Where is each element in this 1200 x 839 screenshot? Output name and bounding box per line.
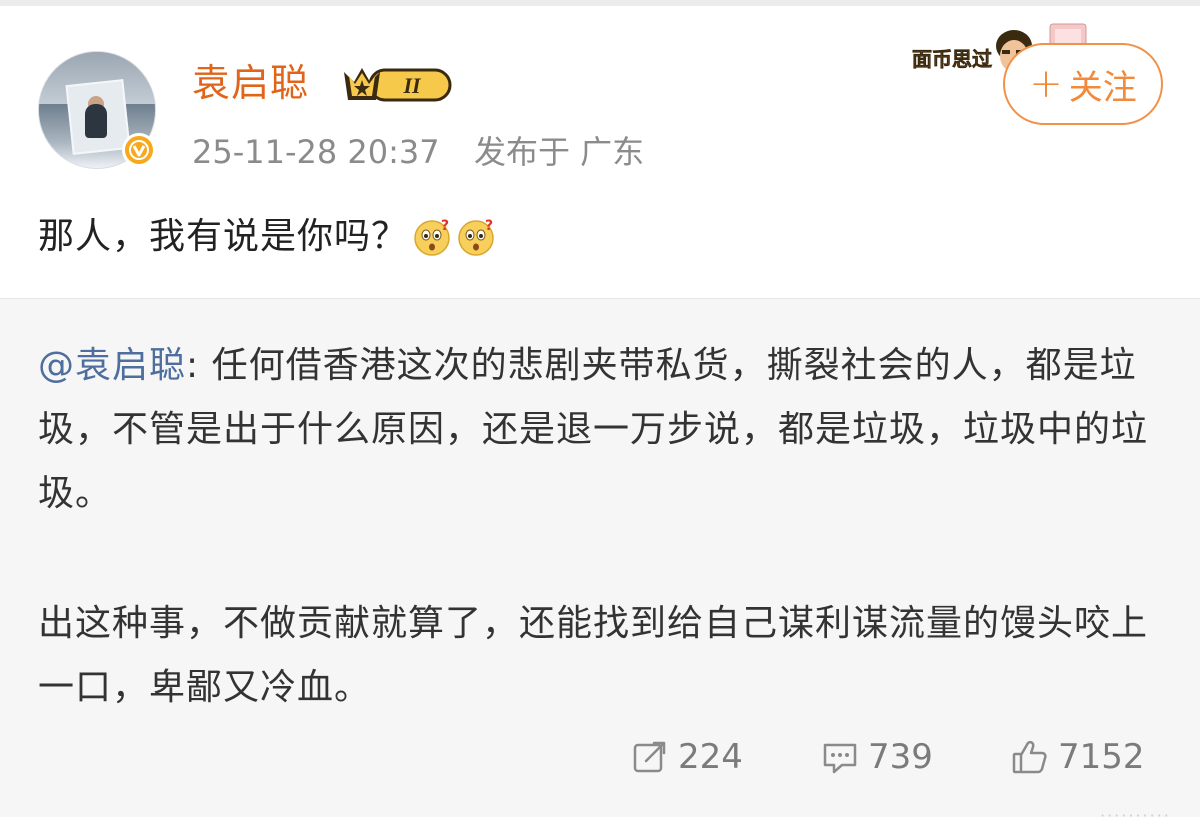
follow-button[interactable]: + 关注 [1003, 43, 1163, 125]
post-content: 那人，我有说是你吗？ ? ? [38, 210, 496, 264]
post-meta: 25-11-28 20:37 发布于 广东 [192, 130, 644, 174]
repost-paragraph: 出这种事，不做贡献就算了，还能找到给自己谋利谋流量的馒头咬上一口，卑鄙又冷血。 [38, 592, 1168, 720]
repost-button[interactable]: 224 [630, 732, 743, 782]
shocked-face-emoji-icon: ? [412, 217, 452, 257]
plus-icon: + [1029, 61, 1063, 107]
thumbs-up-icon [1012, 740, 1047, 774]
repost-body: @袁启聪: 任何借香港这次的悲剧夹带私货，撕裂社会的人，都是垃圾，不管是出于什么… [38, 334, 1168, 720]
post-location: 广东 [580, 133, 645, 171]
location-prefix: 发布于 [473, 133, 570, 171]
follow-label: 关注 [1068, 67, 1137, 108]
svg-text:?: ? [441, 218, 450, 234]
top-divider [0, 0, 1200, 6]
repost-paragraph: @袁启聪: 任何借香港这次的悲剧夹带私货，撕裂社会的人，都是垃圾，不管是出于什么… [38, 334, 1168, 526]
post-timestamp: 25-11-28 20:37 [192, 133, 440, 171]
post-text: 那人，我有说是你吗？ [38, 216, 409, 257]
comment-button[interactable]: 739 [820, 732, 933, 782]
mention-separator: : [186, 345, 212, 386]
author-name[interactable]: 袁启聪 [192, 58, 309, 108]
membership-crown-badge[interactable]: II [340, 62, 454, 106]
comment-count: 739 [868, 737, 933, 777]
like-button[interactable]: 7152 [1010, 732, 1145, 782]
repost-count: 224 [678, 737, 743, 777]
level-badge-label: II [402, 73, 422, 98]
bottom-area [0, 817, 1200, 839]
repost-text-2: 出这种事，不做贡献就算了，还能找到给自己谋利谋流量的馒头咬上一口，卑鄙又冷血。 [38, 603, 1149, 708]
verified-badge-icon [122, 133, 156, 167]
author-mention-link[interactable]: @袁启聪 [38, 345, 186, 386]
share-icon [633, 741, 666, 773]
shocked-face-emoji-icon: ? [456, 217, 496, 257]
avatar[interactable] [38, 51, 156, 169]
action-bar: 224 739 7152 [0, 732, 1200, 782]
like-count: 7152 [1058, 737, 1145, 777]
watermark-dots: ·········· [1100, 806, 1171, 825]
sticker-text: 面币思过 [912, 47, 992, 71]
comment-icon [823, 743, 857, 774]
svg-text:?: ? [485, 218, 494, 234]
